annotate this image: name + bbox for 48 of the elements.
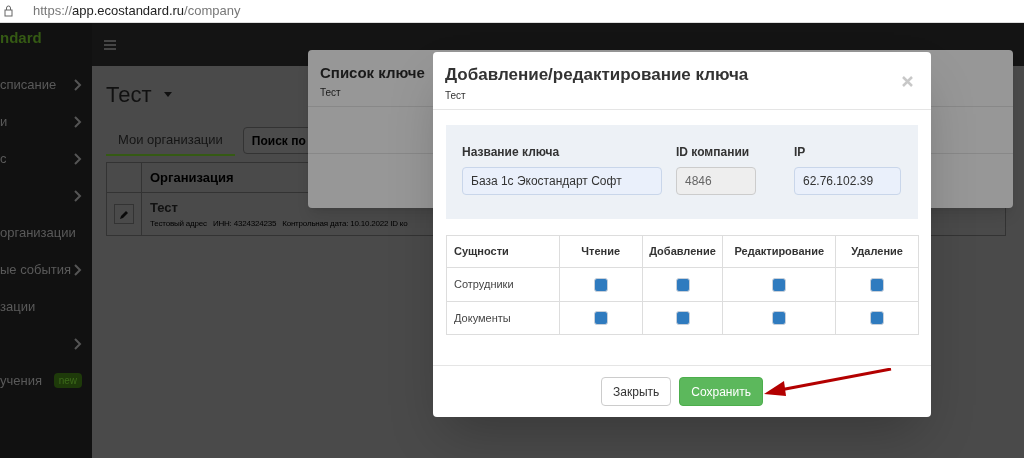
sidebar-item[interactable]: ые события (0, 251, 92, 288)
column-header: Организация (150, 168, 234, 187)
checkbox[interactable] (870, 277, 885, 292)
checkbox[interactable] (772, 277, 787, 292)
dialog-title: Добавление/редактирование ключа (445, 64, 749, 86)
text-field[interactable]: База 1с Экостандарт Софт (462, 167, 662, 195)
checkbox[interactable] (870, 311, 885, 325)
background-dialog-subtitle: Тест (320, 85, 341, 100)
field-label: ID компании (676, 144, 751, 161)
checkbox[interactable] (772, 311, 787, 325)
logo-text: ndard (0, 28, 42, 48)
sidebar-item-label: организации (0, 223, 76, 242)
column-header: Удаление (851, 244, 903, 260)
checkbox[interactable] (593, 277, 608, 292)
field-label: IP (794, 144, 807, 161)
checkbox[interactable] (593, 311, 608, 325)
sidebar-item[interactable]: с (0, 140, 92, 177)
background-dialog-title: Список ключе (320, 63, 425, 83)
entity-name: Документы (454, 310, 511, 326)
sidebar-item-label: ые события (0, 260, 72, 279)
column-header: Добавление (649, 244, 716, 260)
text-field[interactable]: 62.76.102.39 (794, 167, 901, 195)
lock-icon (4, 5, 13, 17)
sidebar-item-label: зации (0, 297, 36, 316)
save-button[interactable]: Сохранить (679, 377, 763, 406)
close-button[interactable]: Закрыть (601, 377, 672, 406)
edit-button[interactable] (114, 204, 134, 224)
url-text[interactable]: https://app.ecostandard.ru/company (33, 1, 241, 21)
sidebar-item[interactable]: зации (0, 288, 92, 325)
sidebar-item-label: и (0, 112, 8, 131)
sidebar-item[interactable]: организации (0, 214, 92, 251)
sidebar-item[interactable]: и (0, 103, 92, 140)
organization-name: Тест (150, 199, 179, 218)
checkbox[interactable] (675, 277, 690, 292)
dialog-subtitle: Тест (445, 88, 467, 103)
sidebar-item-label: списание (0, 75, 57, 94)
sidebar-item-label: учения (0, 371, 42, 390)
column-header: Сущности (454, 244, 509, 260)
field-label: Название ключа (462, 144, 561, 161)
page-title: Тест (106, 81, 152, 109)
sidebar-item[interactable]: списание (0, 66, 92, 103)
pencil-icon (119, 209, 129, 219)
column-header: Чтение (581, 244, 621, 260)
organization-details: Тестовый адрес ИНН: 4324324235 Контрольная дата: 10.10.2022 ID ко (150, 217, 408, 230)
checkbox[interactable] (675, 311, 690, 325)
entity-name: Сотрудники (454, 277, 514, 293)
sidebar-item-label: с (0, 149, 7, 168)
column-header: Редактирование (734, 244, 825, 260)
